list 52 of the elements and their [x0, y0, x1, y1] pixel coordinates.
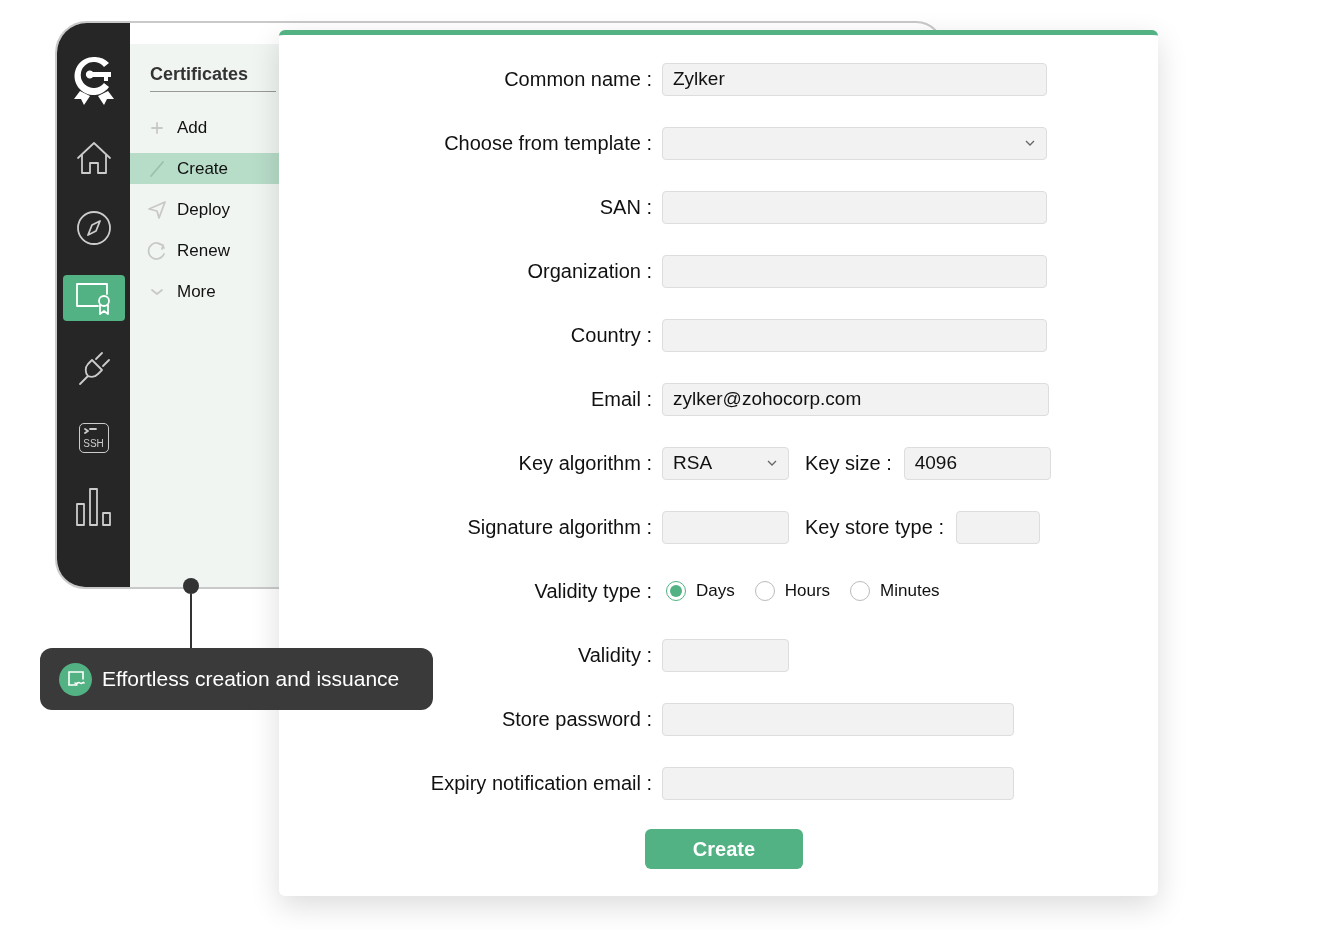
password-field[interactable]	[662, 702, 1014, 736]
selected-rail-item[interactable]	[62, 275, 125, 321]
input-field[interactable]	[662, 510, 789, 544]
field-label: Country :	[569, 323, 652, 347]
radio-option[interactable]: Minutes	[850, 581, 940, 601]
sidebar-item[interactable]: Deploy	[130, 194, 280, 225]
field-label: Validity :	[576, 643, 652, 667]
callout-text: Effortless creation and issuance	[102, 667, 400, 691]
input-field[interactable]	[662, 190, 1047, 224]
sidebar-item[interactable]: More	[130, 276, 280, 307]
bar-chart-icon[interactable]	[74, 486, 113, 526]
plug-icon[interactable]	[76, 350, 111, 386]
select-field[interactable]	[662, 126, 1047, 160]
field-label: Expiry notification email :	[429, 771, 652, 795]
field-label: Key algorithm :	[517, 451, 652, 475]
sidebar-title: Certificates	[150, 64, 276, 92]
field-label: Organization :	[526, 259, 652, 283]
chevron-down-icon	[150, 286, 164, 297]
input-field[interactable]	[955, 510, 1040, 544]
sidebar-item[interactable]: Add	[130, 112, 280, 143]
sidebar-item[interactable]: Renew	[130, 235, 280, 266]
field-label: Validity type :	[533, 579, 652, 603]
home-icon[interactable]	[74, 139, 113, 177]
field-label: Email :	[589, 387, 652, 411]
input-field[interactable]	[662, 254, 1047, 288]
input-field[interactable]	[662, 638, 789, 672]
plus-icon	[150, 120, 164, 135]
input-field[interactable]	[662, 318, 1047, 352]
radio-option[interactable]: Hours	[754, 581, 831, 601]
field-label: Choose from template :	[443, 131, 652, 155]
certificate-badge-icon	[59, 662, 92, 696]
ssh-terminal-icon[interactable]: SSH	[78, 423, 109, 453]
pencil-icon	[149, 159, 165, 178]
connector-dot	[183, 578, 199, 594]
field-label: Common name :	[503, 67, 652, 91]
compass-icon[interactable]	[75, 210, 112, 246]
input-field[interactable]	[662, 766, 1014, 800]
radio-option[interactable]: Days	[666, 581, 735, 601]
input-field[interactable]: Zylker	[662, 62, 1047, 96]
field-label: SAN :	[598, 195, 652, 219]
field-label: Signature algorithm :	[466, 515, 652, 539]
send-icon	[147, 199, 167, 220]
input-field[interactable]: 4096	[903, 446, 1051, 480]
field-label: Key store type :	[805, 515, 944, 539]
select-field[interactable]: RSA	[662, 446, 789, 480]
field-label: Key size :	[805, 451, 892, 475]
field-label: Store password :	[500, 707, 652, 731]
chevron-down-icon	[766, 459, 778, 467]
chevron-down-icon	[1024, 139, 1036, 147]
sidebar-item[interactable]: Create	[130, 153, 280, 184]
input-field[interactable]: zylker@zohocorp.com	[662, 382, 1049, 416]
refresh-icon	[147, 240, 167, 261]
